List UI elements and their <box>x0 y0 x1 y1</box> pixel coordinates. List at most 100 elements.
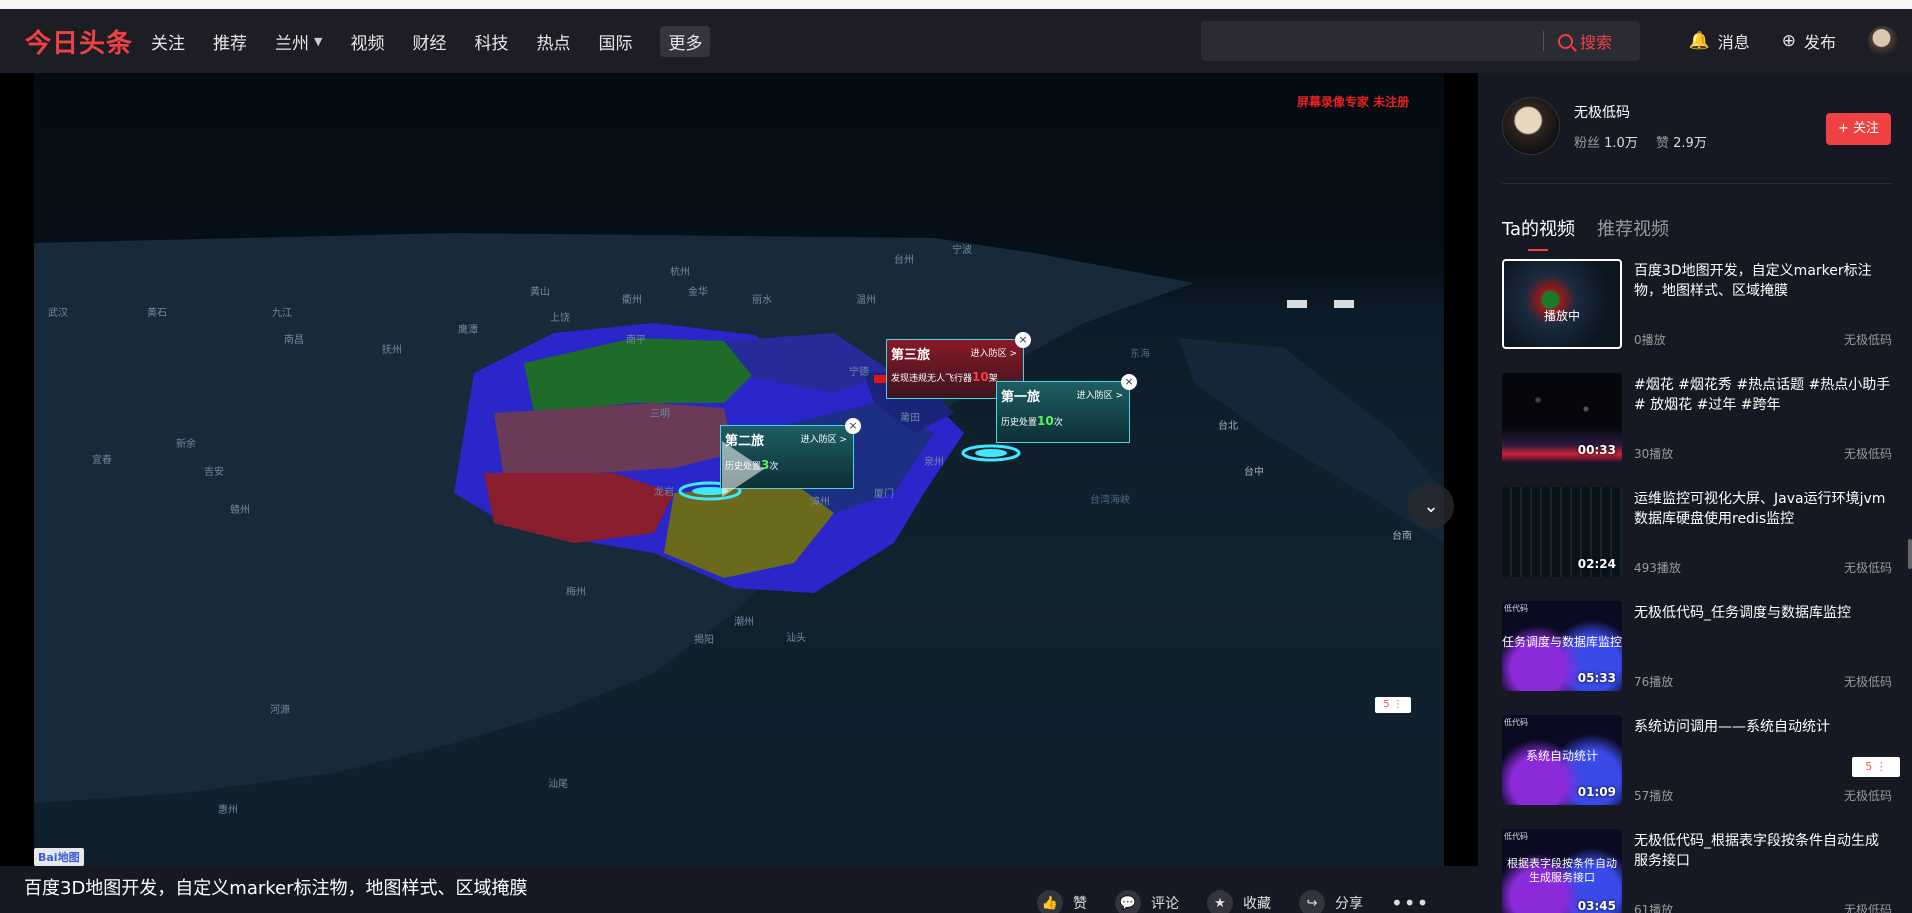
video-item-author[interactable]: 无极低码 <box>1844 331 1892 348</box>
thumb-caption: 任务调度与数据库监控 <box>1502 635 1622 649</box>
tab-author-videos[interactable]: Ta的视频 <box>1502 215 1575 251</box>
map-label: 厦门 <box>874 489 894 500</box>
author-name[interactable]: 无极低码 <box>1574 102 1721 122</box>
close-icon[interactable]: × <box>845 418 861 434</box>
list-item[interactable]: 00:33 #烟花 #烟花秀 #热点话题 #热点小助手# 放烟花 #过年 #跨年… <box>1502 373 1892 487</box>
share-button[interactable]: ↪ 分享 <box>1299 890 1363 913</box>
list-item[interactable]: 低代码 根据表字段按条件自动生成服务接口 03:45 无极低代码_根据表字段按条… <box>1502 829 1892 913</box>
author-info: 无极低码 粉丝 1.0万 赞 2.9万 <box>1574 102 1721 151</box>
video-thumbnail[interactable]: 低代码 根据表字段按条件自动生成服务接口 03:45 <box>1502 829 1622 913</box>
map-label: 汕尾 <box>548 779 568 790</box>
video-duration: 05:33 <box>1577 671 1616 685</box>
video-item-author[interactable]: 无极低码 <box>1844 559 1892 576</box>
video-thumbnail[interactable]: 02:24 <box>1502 487 1622 577</box>
close-icon[interactable]: × <box>1121 374 1137 390</box>
like-button[interactable]: 👍 赞 <box>1037 890 1087 913</box>
search-icon <box>1557 33 1573 49</box>
video-player[interactable]: 武汉 黄石 九江 南昌 抚州 鹰潭 上饶 黄山 衢州 金华 丽水 温州 台州 宁… <box>0 73 1478 866</box>
nav-city-label: 兰州 <box>275 33 309 54</box>
comment-label: 评论 <box>1151 896 1179 912</box>
author-stats: 粉丝 1.0万 赞 2.9万 <box>1574 132 1721 151</box>
more-dots-icon[interactable]: ••• <box>1391 891 1429 913</box>
video-thumbnail[interactable]: 低代码 系统自动统计 01:09 <box>1502 715 1622 805</box>
video-item-author[interactable]: 无极低码 <box>1844 901 1892 913</box>
scrollbar-thumb[interactable] <box>1908 539 1912 569</box>
map-label: 台南 <box>1392 531 1412 542</box>
list-item[interactable]: 02:24 运维监控可视化大屏、Java运行环境jvm数据库硬盘使用redis监… <box>1502 487 1892 601</box>
video-duration: 00:33 <box>1577 443 1616 457</box>
follow-button[interactable]: + 关注 <box>1826 113 1891 145</box>
nav-international[interactable]: 国际 <box>598 29 632 54</box>
author-avatar[interactable] <box>1502 97 1560 155</box>
video-item-title[interactable]: 无极低代码_任务调度与数据库监控 <box>1634 603 1892 623</box>
map-label: 宁德 <box>849 367 869 378</box>
nav-finance[interactable]: 财经 <box>412 29 446 54</box>
thumb-tag: 低代码 <box>1504 604 1528 613</box>
right-sidebar: 无极低码 粉丝 1.0万 赞 2.9万 + 关注 Ta的视频 推荐视频 播放中 … <box>1478 73 1912 913</box>
fans-label: 粉丝 <box>1574 135 1601 151</box>
map-label: 台湾海峡 <box>1090 495 1130 506</box>
list-item[interactable]: 播放中 百度3D地图开发，自定义marker标注物，地图样式、区域掩膜 0播放 … <box>1502 259 1892 373</box>
popup-title: 第三旅 <box>891 348 931 363</box>
map-label: 黄石 <box>147 308 167 319</box>
search-input[interactable] <box>1201 21 1543 61</box>
map-label: 九江 <box>272 308 292 319</box>
share-label: 分享 <box>1335 896 1363 912</box>
map-label: 宁波 <box>952 245 972 256</box>
comment-button[interactable]: 💬 评论 <box>1115 890 1179 913</box>
map-label: 宜春 <box>92 455 112 466</box>
playing-state: 播放中 <box>1543 309 1580 323</box>
map-label: 揭阳 <box>694 635 714 646</box>
nav-recommend[interactable]: 推荐 <box>213 29 247 54</box>
video-thumbnail[interactable]: 00:33 <box>1502 373 1622 463</box>
play-icon[interactable] <box>722 441 764 497</box>
favorite-label: 收藏 <box>1243 896 1271 912</box>
toutiao-logo[interactable]: 今日头条 <box>25 23 135 60</box>
favorite-button[interactable]: ★ 收藏 <box>1207 890 1271 913</box>
video-item-title[interactable]: 百度3D地图开发，自定义marker标注物，地图样式、区域掩膜 <box>1634 261 1892 301</box>
user-avatar[interactable] <box>1868 26 1898 56</box>
map-label: 衢州 <box>622 295 642 306</box>
nav-video[interactable]: 视频 <box>350 29 384 54</box>
video-thumbnail[interactable]: 低代码 任务调度与数据库监控 05:33 <box>1502 601 1622 691</box>
search-button[interactable]: 搜索 <box>1557 29 1612 53</box>
video-item-author[interactable]: 无极低码 <box>1844 445 1892 462</box>
map-label: 台州 <box>894 255 914 266</box>
map-label: 三明 <box>650 409 670 420</box>
marker-popup-first-brigade[interactable]: 第一旅 进入防区 > 历史处置10次 × <box>996 374 1137 443</box>
video-item-title[interactable]: #烟花 #烟花秀 #热点话题 #热点小助手# 放烟花 #过年 #跨年 <box>1634 375 1892 415</box>
map-label: 台中 <box>1244 467 1264 478</box>
thumb-caption: 系统自动统计 <box>1525 749 1598 763</box>
fans-count: 1.0万 <box>1604 135 1638 151</box>
video-item-title[interactable]: 无极低代码_根据表字段按条件自动生成服务接口 <box>1634 831 1892 871</box>
map-label: 新余 <box>176 439 196 450</box>
nav-tech[interactable]: 科技 <box>474 29 508 54</box>
video-item-author[interactable]: 无极低码 <box>1844 673 1892 690</box>
publish-button[interactable]: ⊕ 发布 <box>1782 29 1836 53</box>
list-item[interactable]: 低代码 任务调度与数据库监控 05:33 无极低代码_任务调度与数据库监控 76… <box>1502 601 1892 715</box>
list-item[interactable]: 低代码 系统自动统计 01:09 系统访问调用——系统自动统计 5 ⋮ 57播放… <box>1502 715 1900 829</box>
video-item-title[interactable]: 运维监控可视化大屏、Java运行环境jvm数据库硬盘使用redis监控 <box>1634 489 1892 529</box>
video-item-plays: 0播放 <box>1634 333 1666 347</box>
messages-button[interactable]: 🔔 消息 <box>1689 29 1750 53</box>
popup-count: 10 <box>972 370 989 384</box>
popup-count: 10 <box>1037 414 1054 428</box>
popup-enter-link[interactable]: 进入防区 > <box>801 432 847 445</box>
nav-more[interactable]: 更多 <box>660 25 711 57</box>
map-label: 丽水 <box>752 295 772 306</box>
nav-hot[interactable]: 热点 <box>536 29 570 54</box>
close-icon[interactable]: × <box>1015 332 1031 348</box>
popup-text-prefix: 发现违规无人飞行器 <box>891 374 973 384</box>
video-list: 播放中 百度3D地图开发，自定义marker标注物，地图样式、区域掩膜 0播放 … <box>1502 259 1900 913</box>
video-thumbnail[interactable]: 播放中 <box>1502 259 1622 349</box>
video-item-author[interactable]: 无极低码 <box>1844 787 1892 804</box>
popup-enter-link[interactable]: 进入防区 > <box>1077 388 1123 401</box>
popup-text-prefix: 历史处置 <box>1001 418 1038 428</box>
collapse-chevron-icon[interactable]: ⌄ <box>1408 483 1454 529</box>
tab-recommended-videos[interactable]: 推荐视频 <box>1597 215 1669 251</box>
search-box: 搜索 <box>1201 21 1640 61</box>
video-item-title[interactable]: 系统访问调用——系统自动统计 <box>1634 717 1892 737</box>
nav-follow[interactable]: 关注 <box>151 29 185 54</box>
nav-city[interactable]: 兰州 ▼ <box>275 29 322 54</box>
popup-enter-link[interactable]: 进入防区 > <box>971 346 1017 359</box>
